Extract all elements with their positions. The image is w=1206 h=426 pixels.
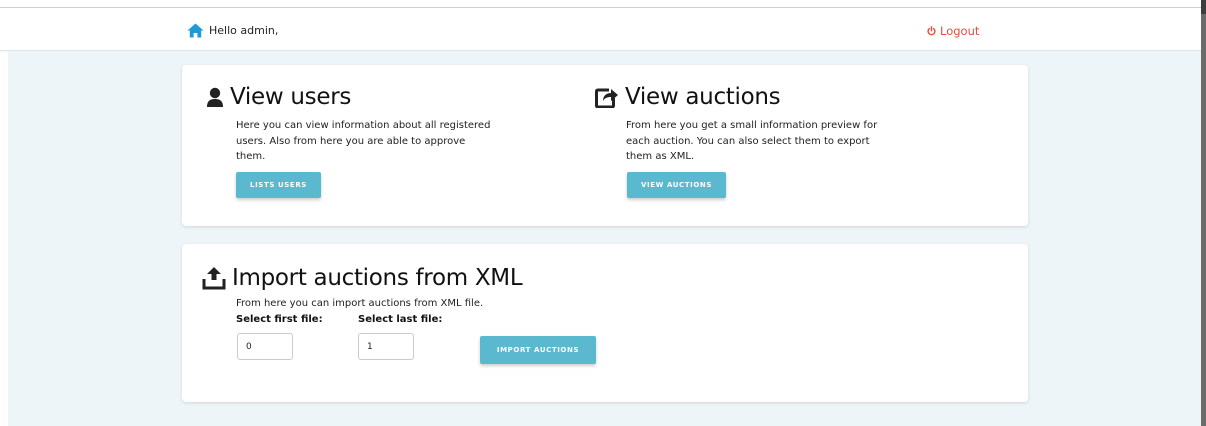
share-icon bbox=[595, 88, 618, 108]
scrollbar[interactable] bbox=[1201, 0, 1206, 426]
logout-link[interactable]: Logout bbox=[927, 24, 979, 38]
user-icon bbox=[207, 87, 223, 107]
import-auctions-button[interactable]: IMPORT AUCTIONS bbox=[480, 336, 596, 364]
last-file-label: Select last file: bbox=[358, 314, 443, 325]
auctions-section-title: View auctions bbox=[625, 84, 781, 110]
users-section-title: View users bbox=[230, 84, 352, 110]
auctions-section-description: From here you get a small information pr… bbox=[626, 120, 878, 162]
last-file-input[interactable] bbox=[358, 333, 414, 360]
power-icon bbox=[927, 26, 936, 36]
import-section-header: Import auctions from XML bbox=[202, 265, 523, 291]
management-card: View users Here you can view information… bbox=[182, 65, 1028, 226]
import-section-title: Import auctions from XML bbox=[232, 265, 523, 291]
home-link[interactable]: Hello admin, bbox=[187, 23, 278, 38]
users-section-header: View users bbox=[206, 84, 351, 110]
auctions-section-header: View auctions bbox=[595, 84, 781, 110]
greeting-text: Hello admin, bbox=[209, 24, 279, 37]
logout-label: Logout bbox=[940, 24, 980, 38]
view-auctions-button[interactable]: VIEW AUCTIONS bbox=[627, 172, 726, 198]
users-section-description: Here you can view information about all … bbox=[236, 120, 491, 162]
top-navbar: Hello admin, Logout bbox=[0, 8, 1201, 51]
import-card: Import auctions from XML From here you c… bbox=[182, 244, 1028, 402]
scrollbar-thumb[interactable] bbox=[1201, 0, 1206, 14]
home-icon bbox=[187, 23, 204, 38]
first-file-input[interactable] bbox=[237, 333, 293, 360]
first-file-label: Select first file: bbox=[236, 314, 323, 325]
list-users-button[interactable]: LISTS USERS bbox=[236, 172, 321, 198]
import-section-description: From here you can import auctions from X… bbox=[236, 298, 484, 309]
upload-icon bbox=[202, 267, 226, 290]
